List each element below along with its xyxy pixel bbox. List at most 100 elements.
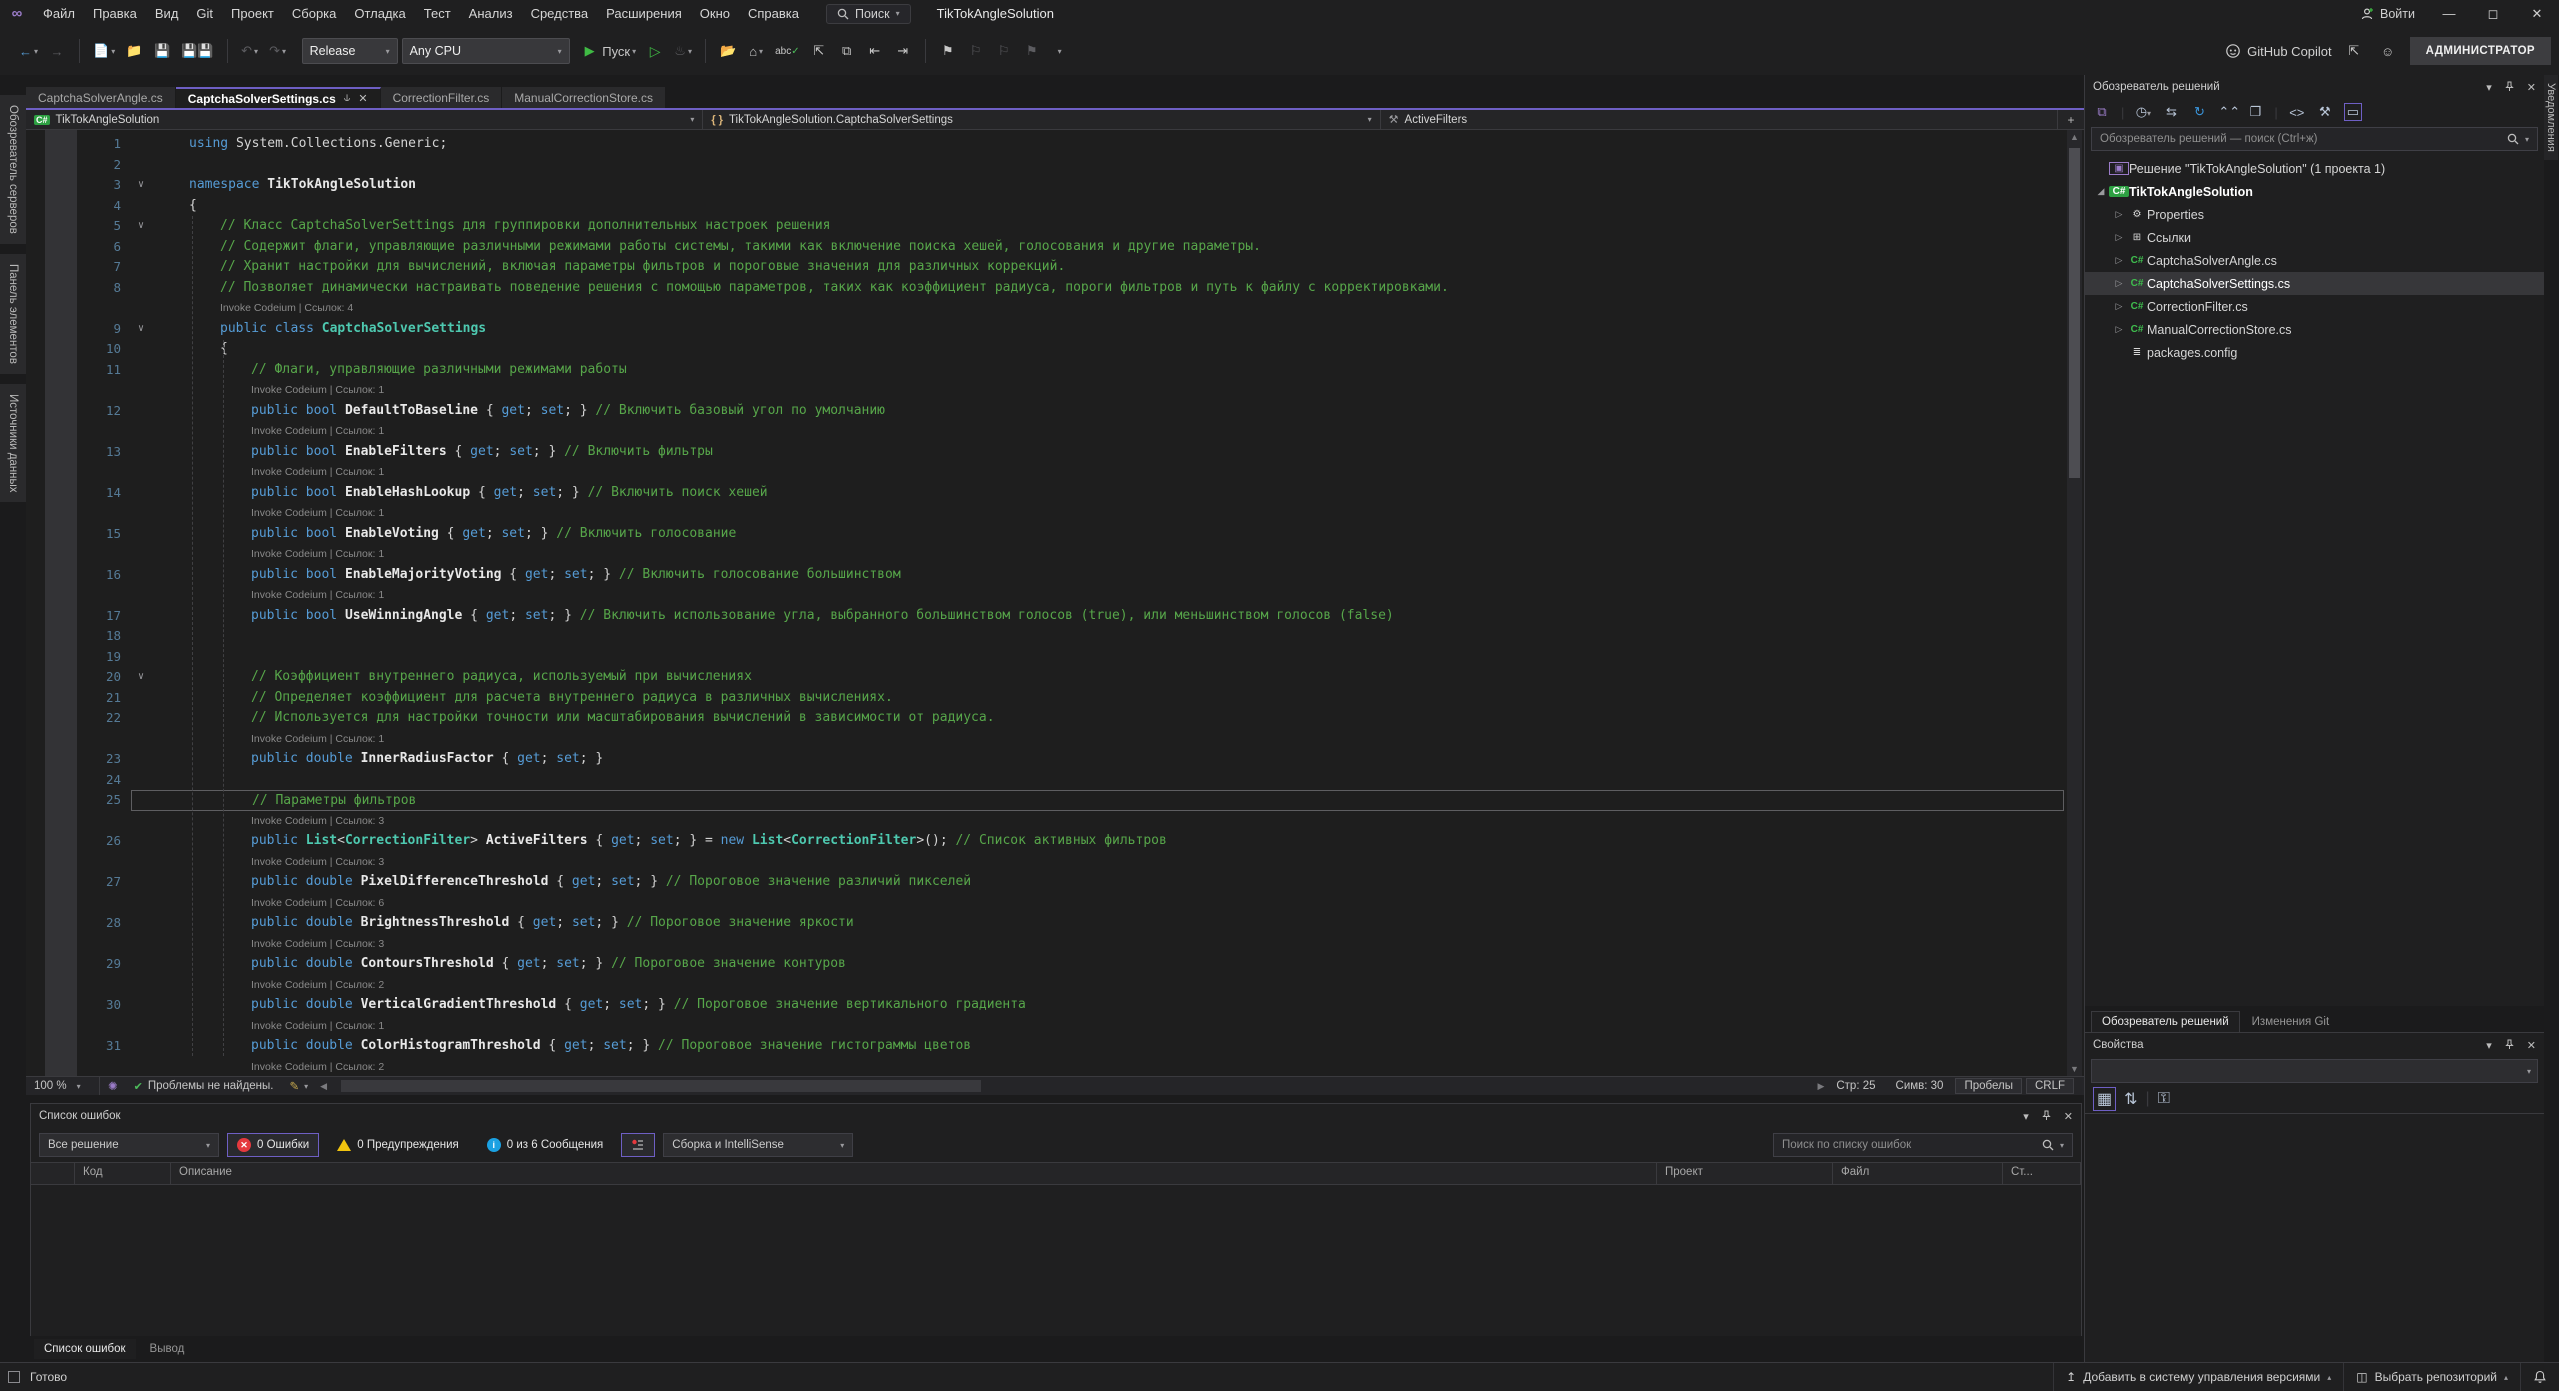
undo-button[interactable]: ↶▾ (238, 38, 262, 64)
line-content[interactable]: // Позволяет динамически настраивать пов… (131, 278, 2064, 299)
line-content[interactable]: Invoke Codeium | Ссылок: 3 (131, 852, 2064, 873)
line-content[interactable]: using System.Collections.Generic; (131, 134, 2064, 155)
breakpoint-margin[interactable] (26, 462, 77, 483)
code-line[interactable]: 6// Содержит флаги, управляющие различны… (26, 237, 2064, 258)
menu-Анализ[interactable]: Анализ (460, 0, 522, 27)
code-line[interactable]: 1using System.Collections.Generic; (26, 134, 2064, 155)
messages-view-toggle[interactable] (621, 1133, 655, 1157)
line-content[interactable]: public double InnerRadiusFactor { get; s… (131, 749, 2064, 770)
errors-filter-button[interactable]: ✕ 0 Ошибки (227, 1133, 319, 1157)
code-line[interactable]: 29public double ContoursThreshold { get;… (26, 954, 2064, 975)
line-content[interactable]: public double ContoursThreshold { get; s… (131, 954, 2064, 975)
error-scope-dropdown[interactable]: Все решение▾ (39, 1133, 219, 1157)
navigate-back-button[interactable]: ←▾ (16, 38, 41, 64)
breakpoint-margin[interactable] (26, 729, 77, 750)
tree-item[interactable]: ◢C#TikTokAngleSolution (2085, 180, 2544, 203)
explorer-tab[interactable]: Обозреватель решений (2091, 1011, 2240, 1032)
line-content[interactable]: Invoke Codeium | Ссылок: 1 (131, 1016, 2064, 1037)
breakpoint-margin[interactable] (26, 626, 77, 647)
codelens-row[interactable]: Invoke Codeium | Ссылок: 1 (26, 462, 2064, 483)
breakpoint-margin[interactable] (26, 237, 77, 258)
toolbar-overflow-button[interactable]: ▾ (1048, 38, 1072, 64)
codelens-row[interactable]: Invoke Codeium | Ссылок: 1 (26, 503, 2064, 524)
line-content[interactable] (131, 626, 2064, 647)
codelens-row[interactable]: Invoke Codeium | Ссылок: 1 (26, 380, 2064, 401)
menu-Вид[interactable]: Вид (146, 0, 188, 27)
line-content[interactable]: { (131, 196, 2064, 217)
switch-views-icon[interactable]: ⧉ (2093, 104, 2111, 120)
code-line[interactable]: 2 (26, 155, 2064, 176)
breakpoint-margin[interactable] (26, 524, 77, 545)
codelens-row[interactable]: Invoke Codeium | Ссылок: 2 (26, 1057, 2064, 1077)
line-content[interactable]: // Флаги, управляющие различными режимам… (131, 360, 2064, 381)
breakpoint-margin[interactable] (26, 1057, 77, 1077)
codelens-row[interactable]: Invoke Codeium | Ссылок: 1 (26, 421, 2064, 442)
messages-filter-button[interactable]: i 0 из 6 Сообщения (477, 1133, 614, 1157)
pin-icon[interactable]: ⫝ (344, 92, 351, 105)
breakpoint-margin[interactable] (26, 257, 77, 278)
solution-explorer-shortcut-button[interactable]: ⌂▾ (744, 38, 768, 64)
chevron-collapsed-icon[interactable]: ▷ (2111, 255, 2127, 266)
line-content[interactable]: // Хранит настройки для вычислений, вклю… (131, 257, 2064, 278)
document-tab[interactable]: CaptchaSolverSettings.cs⫝✕ (176, 87, 381, 108)
fold-collapse-icon[interactable]: ∨ (131, 216, 151, 237)
severity-column-header[interactable] (31, 1163, 75, 1184)
breakpoint-margin[interactable] (26, 483, 77, 504)
breakpoint-margin[interactable] (26, 585, 77, 606)
document-problems-indicator[interactable]: ✔ Проблемы не найдены. (126, 1080, 282, 1093)
breakpoint-margin[interactable] (26, 442, 77, 463)
window-menu-icon[interactable]: ▾ (2486, 1039, 2492, 1052)
pending-changes-filter-icon[interactable]: ◷▾ (2134, 104, 2152, 120)
line-content[interactable] (131, 770, 2064, 791)
close-icon[interactable]: ✕ (2064, 1110, 2073, 1123)
line-content[interactable]: ∨public class CaptchaSolverSettings (131, 319, 2064, 340)
chevron-collapsed-icon[interactable]: ▷ (2111, 278, 2127, 289)
breakpoint-margin[interactable] (26, 565, 77, 586)
code-line[interactable]: 22// Используется для настройки точности… (26, 708, 2064, 729)
line-content[interactable]: public bool EnableFilters { get; set; } … (131, 442, 2064, 463)
line-content[interactable]: ∨// Коэффициент внутреннего радиуса, исп… (131, 667, 2064, 688)
code-line[interactable]: 26public List<CorrectionFilter> ActiveFi… (26, 831, 2064, 852)
code-line[interactable]: 31public double ColorHistogramThreshold … (26, 1036, 2064, 1057)
menu-Правка[interactable]: Правка (84, 0, 146, 27)
breakpoint-margin[interactable] (26, 134, 77, 155)
breakpoint-margin[interactable] (26, 1036, 77, 1057)
breakpoint-margin[interactable] (26, 995, 77, 1016)
codelens-row[interactable]: Invoke Codeium | Ссылок: 3 (26, 811, 2064, 832)
line-content[interactable]: public double PixelDifferenceThreshold {… (131, 872, 2064, 893)
chevron-collapsed-icon[interactable]: ▷ (2111, 324, 2127, 335)
line-content[interactable]: public double ColorHistogramThreshold { … (131, 1036, 2064, 1057)
tree-item[interactable]: ▷C#CaptchaSolverAngle.cs (2085, 249, 2544, 272)
breakpoint-margin[interactable] (26, 975, 77, 996)
restore-button[interactable]: ◻ (2471, 0, 2515, 27)
select-repository-button[interactable]: ◫ Выбрать репозиторий ▴ (2343, 1363, 2520, 1391)
line-content[interactable]: public double BrightnessThreshold { get;… (131, 913, 2064, 934)
collapse-all-icon[interactable]: ⌃⌃ (2218, 104, 2236, 120)
line-content[interactable]: public bool EnableHashLookup { get; set;… (131, 483, 2064, 504)
line-content[interactable]: Invoke Codeium | Ссылок: 3 (131, 811, 2064, 832)
notifications-bell-button[interactable] (2520, 1363, 2559, 1391)
codelens-row[interactable]: Invoke Codeium | Ссылок: 3 (26, 852, 2064, 873)
line-content[interactable]: public double VerticalGradientThreshold … (131, 995, 2064, 1016)
menu-Отладка[interactable]: Отладка (345, 0, 414, 27)
new-project-button[interactable]: 📄▾ (90, 38, 118, 64)
code-line[interactable]: 3∨namespace TikTokAngleSolution (26, 175, 2064, 196)
breakpoint-margin[interactable] (26, 831, 77, 852)
line-content[interactable]: Invoke Codeium | Ссылок: 2 (131, 975, 2064, 996)
breadcrumb-segment[interactable]: C#TikTokAngleSolution▾ (26, 110, 703, 129)
tool-strip-tab[interactable]: Источники данных (0, 384, 26, 503)
line-content[interactable]: public bool EnableVoting { get; set; } /… (131, 524, 2064, 545)
tree-item[interactable]: ▷C#CaptchaSolverSettings.cs (2085, 272, 2544, 295)
alphabetical-sort-icon[interactable]: ⇅ (2124, 1089, 2137, 1109)
code-editor[interactable]: 1using System.Collections.Generic;23∨nam… (26, 130, 2084, 1076)
line-indicator[interactable]: Стр: 25 (1828, 1080, 1883, 1092)
chevron-collapsed-icon[interactable]: ▷ (2111, 232, 2127, 243)
start-without-debugging-button[interactable]: ▷ (643, 38, 667, 64)
code-line[interactable]: 8// Позволяет динамически настраивать по… (26, 278, 2064, 299)
find-in-files-button[interactable]: 📂 (716, 38, 740, 64)
show-all-files-icon[interactable]: ❐ (2246, 104, 2264, 120)
start-debugging-button[interactable]: ▶ Пуск▾ (582, 38, 640, 64)
close-icon[interactable]: ✕ (2527, 81, 2536, 94)
code-area[interactable]: 1using System.Collections.Generic;23∨nam… (26, 134, 2064, 1076)
categorized-view-icon[interactable]: ▦ (2093, 1087, 2116, 1111)
